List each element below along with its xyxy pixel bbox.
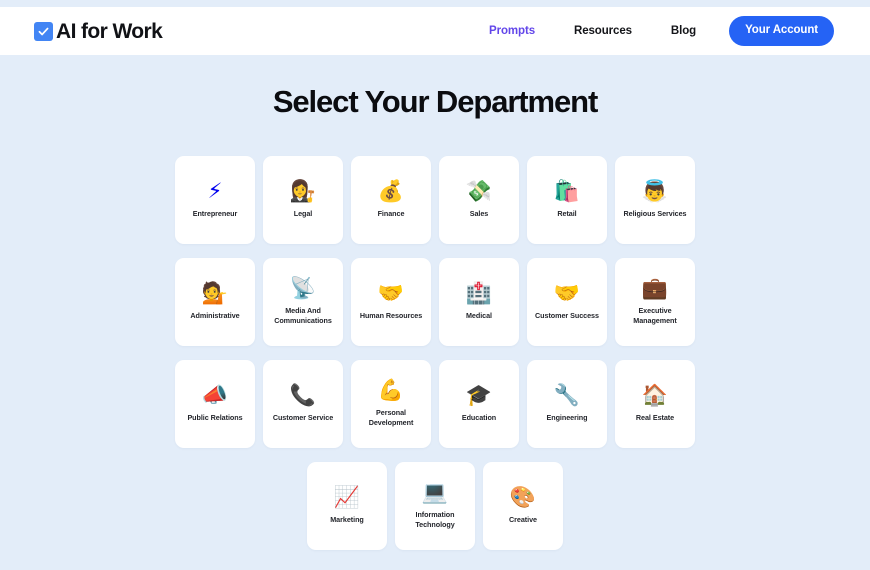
nav-link-resources[interactable]: Resources	[574, 19, 632, 43]
department-card-label: Religious Services	[623, 209, 687, 219]
department-card-public-relations[interactable]: 📣 Public Relations	[175, 360, 255, 449]
department-card-creative[interactable]: 🎨 Creative	[483, 462, 563, 551]
hospital-icon: 🏥	[465, 281, 493, 306]
department-row: 📈 Marketing 💻 Information Technology 🎨 Creati…	[171, 462, 699, 551]
department-row: ⚡ Entrepreneur 👩‍⚖️ Legal 💰 Finance 💸 Sales 🛍️ Re…	[171, 156, 699, 245]
department-card-information-technology[interactable]: 💻 Information Technology	[395, 462, 475, 551]
department-card-label: Customer Success	[535, 311, 599, 321]
checkbox-checked-icon	[34, 21, 53, 41]
telephone-receiver-icon: 📞	[289, 383, 317, 408]
department-card-marketing[interactable]: 📈 Marketing	[307, 462, 387, 551]
department-card-personal-development[interactable]: 💪 Personal Development	[351, 360, 431, 449]
satellite-antenna-icon: 📡	[289, 276, 317, 301]
wrench-icon: 🔧	[553, 383, 581, 408]
department-card-media-and-communications[interactable]: 📡 Media And Communications	[263, 258, 343, 347]
department-card-religious-services[interactable]: 👼 Religious Services	[615, 156, 695, 245]
department-card-label: Finance	[377, 209, 405, 219]
department-card-customer-service[interactable]: 📞 Customer Service	[263, 360, 343, 449]
department-card-executive-management[interactable]: 💼 Executive Management	[615, 258, 695, 347]
department-card-label: Information Technology	[415, 510, 455, 530]
department-card-label: Medical	[465, 311, 492, 321]
department-card-label: Personal Development	[368, 408, 414, 428]
department-card-label: Education	[461, 413, 497, 423]
department-card-label: Executive Management	[633, 306, 677, 326]
shopping-bags-icon: 🛍️	[553, 179, 581, 204]
main-content: Select Your Department ⚡ Entrepreneur 👩‍⚖️…	[0, 55, 870, 570]
brand-name: AI for Work	[56, 19, 163, 43]
department-card-label: Real Estate	[635, 413, 675, 423]
department-card-medical[interactable]: 🏥 Medical	[439, 258, 519, 347]
money-with-wings-icon: 💸	[465, 179, 493, 204]
graduation-cap-icon: 🎓	[465, 383, 493, 408]
nav-link-prompts[interactable]: Prompts	[489, 19, 535, 43]
department-card-finance[interactable]: 💰 Finance	[351, 156, 431, 245]
handshake-yellow-icon: 🤝	[553, 281, 581, 306]
page-title: Select Your Department	[272, 84, 598, 119]
top-strip	[0, 0, 870, 7]
site-header: AI for Work Prompts Resources Blog Your …	[0, 7, 870, 55]
baby-angel-icon: 👼	[641, 179, 669, 204]
department-card-label: Customer Service	[272, 413, 334, 423]
flexed-biceps-icon: 💪	[377, 378, 405, 403]
briefcase-icon: 💼	[641, 276, 669, 301]
house-icon: 🏠	[641, 383, 669, 408]
department-card-label: Public Relations	[187, 413, 243, 423]
money-bag-icon: 💰	[377, 179, 405, 204]
department-card-label: Entrepreneur	[192, 209, 238, 219]
department-card-label: Sales	[469, 209, 489, 219]
department-card-label: Administrative	[190, 311, 240, 321]
department-row: 💁 Administrative 📡 Media And Communications…	[171, 258, 699, 347]
megaphone-icon: 📣	[201, 383, 229, 408]
department-card-human-resources[interactable]: 🤝 Human Resources	[351, 258, 431, 347]
brand-logo[interactable]: AI for Work	[34, 19, 163, 43]
department-card-label: Creative	[509, 515, 537, 525]
department-card-entrepreneur[interactable]: ⚡ Entrepreneur	[175, 156, 255, 245]
department-card-label: Legal	[293, 209, 313, 219]
high-voltage-icon: ⚡	[207, 179, 223, 204]
department-grid: ⚡ Entrepreneur 👩‍⚖️ Legal 💰 Finance 💸 Sales 🛍️ Re…	[171, 156, 699, 551]
department-card-education[interactable]: 🎓 Education	[439, 360, 519, 449]
department-card-retail[interactable]: 🛍️ Retail	[527, 156, 607, 245]
main-nav: Prompts Resources Blog Your Account	[489, 15, 834, 47]
department-card-label: Marketing	[330, 515, 364, 525]
department-card-label: Human Resources	[359, 311, 423, 321]
department-card-label: Media And Communications	[274, 306, 332, 326]
department-card-legal[interactable]: 👩‍⚖️ Legal	[263, 156, 343, 245]
your-account-button[interactable]: Your Account	[729, 15, 834, 47]
department-card-customer-success[interactable]: 🤝 Customer Success	[527, 258, 607, 347]
laptop-icon: 💻	[421, 480, 449, 505]
handshake-icon: 🤝	[377, 281, 405, 306]
department-card-real-estate[interactable]: 🏠 Real Estate	[615, 360, 695, 449]
department-card-administrative[interactable]: 💁 Administrative	[175, 258, 255, 347]
department-card-engineering[interactable]: 🔧 Engineering	[527, 360, 607, 449]
nav-link-blog[interactable]: Blog	[671, 19, 696, 43]
chart-increasing-icon: 📈	[333, 485, 361, 510]
artist-palette-icon: 🎨	[509, 485, 537, 510]
department-card-label: Engineering	[546, 413, 588, 423]
department-row: 📣 Public Relations 📞 Customer Service 💪 Perso…	[171, 360, 699, 449]
department-card-sales[interactable]: 💸 Sales	[439, 156, 519, 245]
judge-icon: 👩‍⚖️	[289, 179, 317, 204]
person-tipping-hand-icon: 💁	[201, 281, 229, 306]
department-card-label: Retail	[557, 209, 577, 219]
